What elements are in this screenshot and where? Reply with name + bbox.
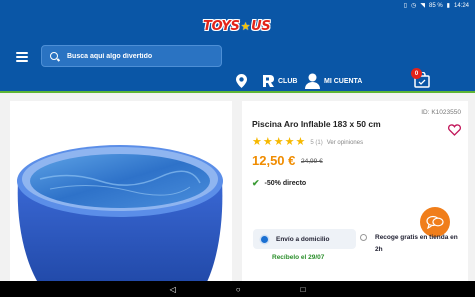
check-icon: ✔ — [252, 178, 260, 188]
alarm-icon: ◷ — [411, 2, 417, 9]
product-info-card: ID: K1023550 Piscina Aro Inflable 183 x … — [242, 101, 468, 286]
recents-icon[interactable]: □ — [301, 285, 306, 294]
star-icon: ★ — [295, 136, 306, 148]
location-pin-icon — [236, 74, 247, 88]
clock: 14:24 — [453, 2, 469, 9]
back-icon[interactable]: ◁ — [170, 285, 176, 294]
product-title: Piscina Aro Inflable 183 x 50 cm — [252, 119, 381, 129]
club-button[interactable]: CLUB — [262, 74, 297, 88]
store-locator-button[interactable] — [236, 74, 247, 88]
account-button[interactable]: MI CUENTA — [305, 73, 362, 89]
system-nav-bar: ◁ ○ □ — [0, 281, 475, 297]
home-icon[interactable]: ○ — [236, 285, 241, 294]
favorite-button[interactable] — [448, 123, 461, 141]
chat-icon — [426, 215, 444, 229]
club-label: CLUB — [278, 77, 298, 85]
cart-button[interactable]: 0 — [411, 68, 430, 88]
radio-selected-icon — [261, 235, 268, 243]
menu-icon[interactable] — [16, 52, 28, 63]
cart-count-badge: 0 — [411, 68, 422, 79]
home-delivery-option[interactable]: Envío a domicilio — [253, 229, 356, 249]
star-icon: ★ — [273, 136, 284, 148]
radio-unselected-icon — [360, 234, 367, 241]
star-icon: ★ — [262, 136, 273, 148]
discount-label: -50% directo — [264, 180, 307, 187]
account-label: MI CUENTA — [324, 77, 363, 85]
product-image-card[interactable] — [10, 101, 232, 286]
product-id: ID: K1023550 — [421, 109, 461, 116]
rating-value: 5 (1) — [310, 139, 323, 146]
view-reviews-link[interactable]: Ver opiniones — [327, 140, 363, 146]
delivery-date: Recíbelo el 29/07 — [272, 254, 325, 261]
logo-text-right: US — [251, 18, 271, 34]
user-icon — [305, 73, 320, 89]
star-icon: ★ — [252, 136, 262, 148]
pickup-label: Recoge gratis en tienda en 2h — [375, 234, 458, 253]
discount-line: ✔ -50% directo — [252, 178, 306, 189]
original-price: 24,99 € — [301, 158, 323, 165]
product-rating: ★ ★ ★ ★ ★ 5 (1) Ver opiniones — [252, 137, 363, 148]
logo-text-left: TOYS — [203, 18, 240, 34]
product-image — [17, 145, 223, 286]
store-pickup-option[interactable]: Recoge gratis en tienda en 2h — [360, 232, 460, 256]
vibrate-icon: ▯ — [403, 2, 408, 9]
heart-icon — [448, 124, 461, 136]
logo-star-icon: ★ — [240, 19, 251, 33]
product-price: 12,50 € — [252, 153, 296, 168]
app-header: TOYS ★ US CLUB MI CUENTA — [0, 11, 475, 91]
battery-level: 85 % — [428, 2, 443, 9]
status-bar: ▯ ◷ ◥ 85 % ▮ 14:24 — [0, 0, 475, 11]
star-icon: ★ — [284, 136, 295, 148]
search-bar[interactable] — [41, 45, 222, 67]
wifi-icon: ◥ — [420, 2, 425, 9]
search-input[interactable] — [67, 52, 217, 60]
club-icon — [263, 75, 274, 87]
battery-icon: ▮ — [446, 2, 450, 9]
delivery-label: Envío a domicilio — [276, 235, 330, 243]
search-icon — [50, 52, 58, 60]
toysrus-logo[interactable]: TOYS ★ US — [203, 17, 271, 35]
header-divider — [0, 91, 475, 93]
